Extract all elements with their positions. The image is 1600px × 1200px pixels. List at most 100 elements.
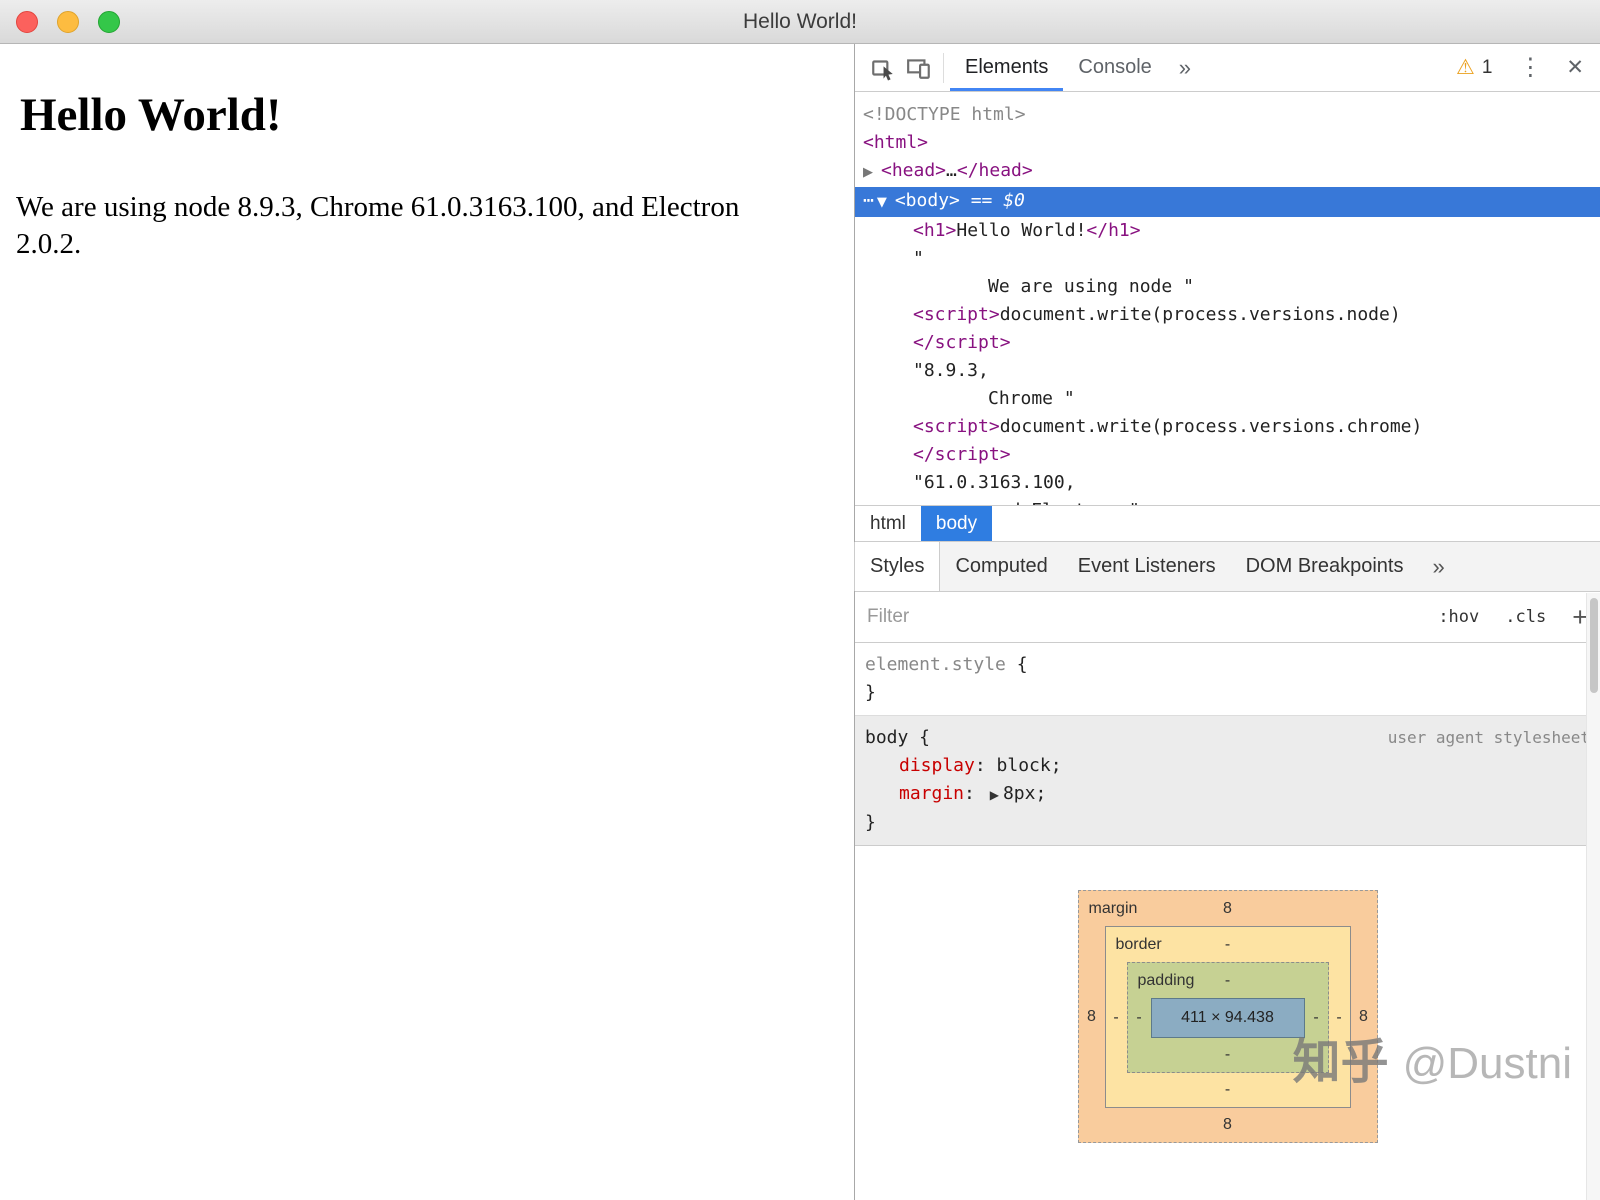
breadcrumb-html[interactable]: html xyxy=(855,506,921,541)
box-model-border-top[interactable]: - xyxy=(1225,936,1230,954)
devtools-tab-elements[interactable]: Elements xyxy=(950,44,1063,91)
sidebar-tab-styles[interactable]: Styles xyxy=(854,542,940,591)
box-model-padding-right[interactable]: - xyxy=(1305,1009,1328,1027)
css-property-name[interactable]: margin xyxy=(899,783,964,804)
devtools-tabs: ElementsConsole xyxy=(950,44,1167,91)
dom-tree-line[interactable]: <html> xyxy=(855,129,1600,157)
rendered-page: Hello World! We are using node 8.9.3, Ch… xyxy=(0,44,855,1200)
box-model-border-label: border xyxy=(1116,936,1162,954)
box-model-border-ring[interactable]: border - - padding - xyxy=(1105,926,1351,1108)
minimize-window-button[interactable] xyxy=(57,11,79,33)
more-panels-button[interactable]: » xyxy=(1167,55,1203,81)
body-rule-section[interactable]: body { user agent stylesheet display: bl… xyxy=(855,716,1600,846)
window-titlebar: Hello World! xyxy=(0,0,1600,44)
console-warning-indicator[interactable]: ⚠ 1 xyxy=(1456,55,1492,80)
dom-tree-line[interactable]: We are using node " xyxy=(855,273,1600,301)
window-content: Hello World! We are using node 8.9.3, Ch… xyxy=(0,44,1600,1200)
dom-tree-line[interactable]: " xyxy=(855,245,1600,273)
zoom-window-button[interactable] xyxy=(98,11,120,33)
sidebar-scrollbar[interactable] xyxy=(1586,593,1600,1200)
box-model-padding-label: padding xyxy=(1138,972,1195,990)
css-declaration[interactable]: margin: ▶8px; xyxy=(865,780,1590,809)
dom-tree-line[interactable]: <script>document.write(process.versions.… xyxy=(855,413,1600,441)
dom-token: document.write(process.versions.chrome) xyxy=(1000,416,1423,437)
dom-tree-line[interactable]: ⋯▼<body> == $0 xyxy=(855,187,1600,217)
box-model-padding-bottom[interactable]: - xyxy=(1225,1046,1230,1064)
sidebar-tab-computed[interactable]: Computed xyxy=(940,542,1062,591)
dom-token: Chrome " xyxy=(988,388,1075,409)
box-model-margin-bottom[interactable]: 8 xyxy=(1223,1116,1232,1134)
dom-token: document.write(process.versions.node) xyxy=(1000,304,1401,325)
scrollbar-thumb[interactable] xyxy=(1590,598,1598,693)
sidebar-tab-event-listeners[interactable]: Event Listeners xyxy=(1063,542,1231,591)
dom-token: <head> xyxy=(881,160,946,181)
dom-tree-line[interactable]: <script>document.write(process.versions.… xyxy=(855,301,1600,329)
box-model-section: margin 8 8 border - - xyxy=(855,846,1600,1200)
toggle-hover-state-button[interactable]: :hov xyxy=(1438,607,1479,627)
dom-token: == $0 xyxy=(960,190,1025,211)
box-model-margin-ring[interactable]: margin 8 8 border - - xyxy=(1078,890,1378,1143)
dom-tree: <!DOCTYPE html><html>▶<head>…</head>⋯▼<b… xyxy=(855,92,1600,505)
close-window-button[interactable] xyxy=(16,11,38,33)
dom-token: "61.0.3163.100, xyxy=(913,472,1076,493)
dom-tree-line[interactable]: </script> xyxy=(855,329,1600,357)
styles-filter-row: :hov .cls + xyxy=(855,592,1600,643)
dom-token: </script> xyxy=(913,332,1011,353)
device-toolbar-icon[interactable] xyxy=(901,50,937,86)
stylesheet-origin: user agent stylesheet xyxy=(1388,724,1590,752)
box-model-padding-left[interactable]: - xyxy=(1128,1009,1151,1027)
tree-toggle-icon[interactable]: ▼ xyxy=(877,189,895,217)
devtools-close-icon[interactable]: ✕ xyxy=(1566,55,1584,80)
dom-token: " xyxy=(913,248,924,269)
css-property-name[interactable]: display xyxy=(899,755,975,776)
brace-close: } xyxy=(865,679,1590,707)
css-declaration[interactable]: display: block; xyxy=(865,752,1590,780)
inspect-element-icon[interactable] xyxy=(865,50,901,86)
dom-tree-line[interactable]: <!DOCTYPE html> xyxy=(855,101,1600,129)
tree-toggle-icon[interactable]: ▶ xyxy=(863,159,881,187)
dom-tree-line[interactable]: and Electron " xyxy=(855,497,1600,505)
box-model-content[interactable]: 411 × 94.438 xyxy=(1151,998,1305,1038)
warning-icon: ⚠ xyxy=(1456,55,1475,80)
box-model-border-left[interactable]: - xyxy=(1106,1009,1127,1027)
css-property-value[interactable]: 8px; xyxy=(1003,783,1046,804)
sidebar-more-tabs-button[interactable]: » xyxy=(1418,542,1458,591)
sidebar-tabs: StylesComputedEvent ListenersDOM Breakpo… xyxy=(855,542,1600,592)
traffic-lights xyxy=(16,11,120,33)
dom-token: </head> xyxy=(957,160,1033,181)
brace-open: { xyxy=(1006,654,1028,675)
element-style-section[interactable]: element.style { } xyxy=(855,643,1600,716)
box-model-padding-ring[interactable]: padding - - 411 × 94.438 - - xyxy=(1127,962,1329,1073)
breadcrumb-body[interactable]: body xyxy=(921,506,992,541)
styles-filter-input[interactable] xyxy=(867,606,1412,628)
box-model-margin-top[interactable]: 8 xyxy=(1223,900,1232,918)
devtools-tab-console[interactable]: Console xyxy=(1063,44,1166,91)
dom-tree-line[interactable]: "61.0.3163.100, xyxy=(855,469,1600,497)
breadcrumb-bar: htmlbody xyxy=(855,505,1600,541)
expand-shorthand-icon[interactable]: ▶ xyxy=(990,788,999,802)
page-paragraph: We are using node 8.9.3, Chrome 61.0.316… xyxy=(16,189,811,263)
box-model-border-bottom[interactable]: - xyxy=(1225,1081,1230,1099)
dom-tree-line[interactable]: "8.9.3, xyxy=(855,357,1600,385)
devtools-menu-icon[interactable]: ⋮ xyxy=(1518,53,1542,82)
dom-token: … xyxy=(946,160,957,181)
dom-token: <!DOCTYPE html> xyxy=(863,104,1026,125)
box-model-padding-top[interactable]: - xyxy=(1225,972,1230,990)
box-model-margin-right[interactable]: 8 xyxy=(1351,1008,1377,1026)
css-property-value[interactable]: block; xyxy=(997,755,1062,776)
toggle-class-button[interactable]: .cls xyxy=(1505,607,1546,627)
dom-token: <script> xyxy=(913,416,1000,437)
box-model-margin-left[interactable]: 8 xyxy=(1079,1008,1105,1026)
dom-tree-line[interactable]: ▶<head>…</head> xyxy=(855,157,1600,187)
dom-tree-line[interactable]: </script> xyxy=(855,441,1600,469)
dom-token: <html> xyxy=(863,132,928,153)
toolbar-divider xyxy=(943,53,944,83)
dom-tree-line[interactable]: <h1>Hello World!</h1> xyxy=(855,217,1600,245)
dom-tree-line[interactable]: Chrome " xyxy=(855,385,1600,413)
body-rule-close-brace: } xyxy=(865,809,1590,837)
overflow-dots-icon[interactable]: ⋯ xyxy=(863,187,875,215)
dom-token: Hello World! xyxy=(956,220,1086,241)
box-model-border-right[interactable]: - xyxy=(1329,1009,1350,1027)
sidebar-tab-dom-breakpoints[interactable]: DOM Breakpoints xyxy=(1231,542,1419,591)
element-style-selector: element.style xyxy=(865,654,1006,675)
